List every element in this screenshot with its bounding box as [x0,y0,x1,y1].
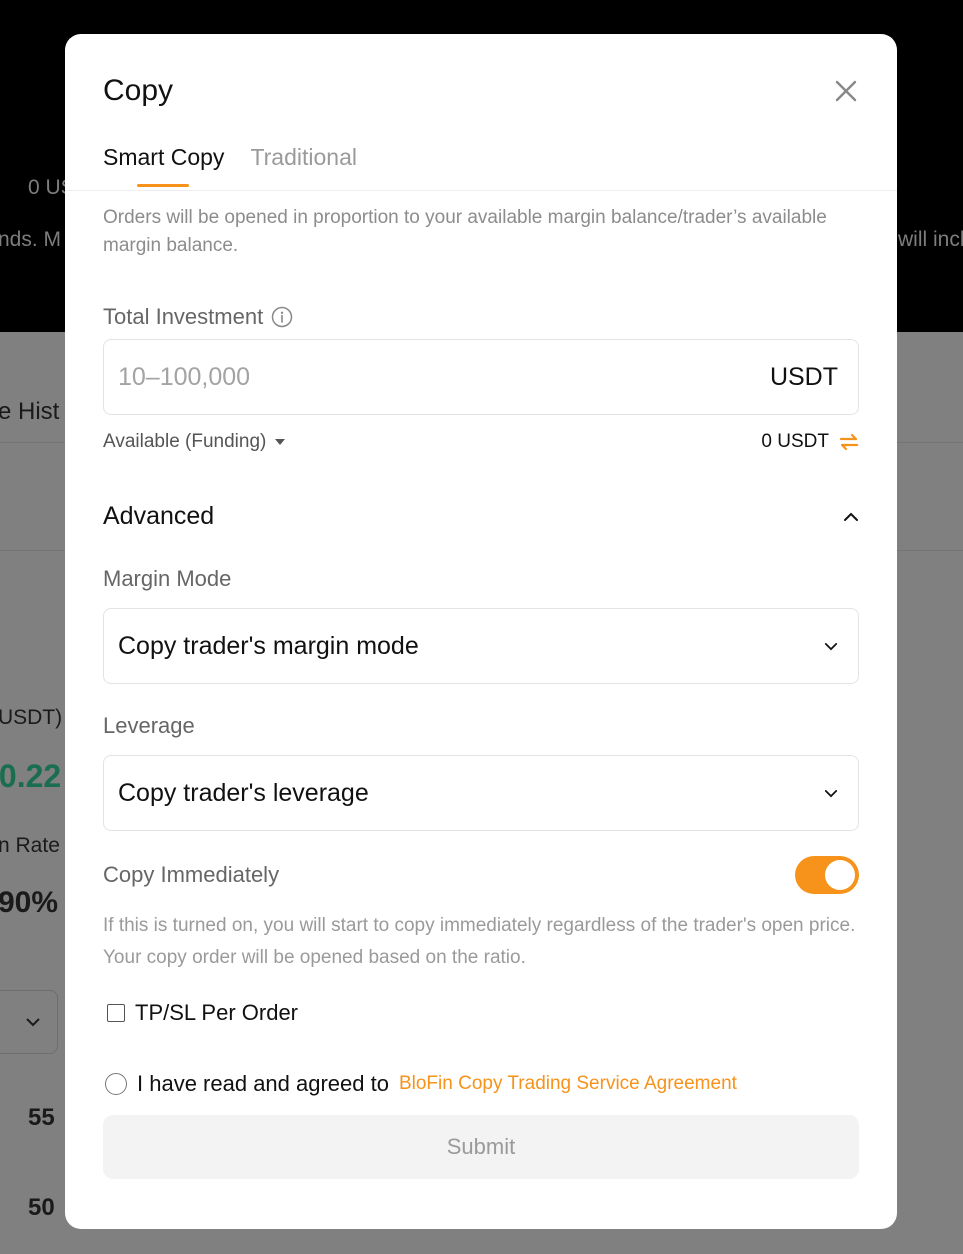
smart-copy-description: Orders will be opened in proportion to y… [103,207,827,256]
total-investment-label-row: Total Investment [103,304,293,330]
available-value: 0 USDT [761,431,829,452]
total-investment-label: Total Investment [103,304,264,329]
close-button[interactable] [831,76,861,106]
copy-immediately-row: Copy Immediately [103,856,859,894]
leverage-value: Copy trader's leverage [118,778,369,807]
copy-immediately-label: Copy Immediately [103,862,280,887]
tab-traditional[interactable]: Traditional [250,144,357,187]
available-balance: 0 USDT [761,431,859,453]
total-investment-field: USDT [103,339,859,415]
advanced-toggle[interactable]: Advanced [103,502,859,531]
agreement-row: I have read and agreed to BloFin Copy Tr… [105,1071,737,1097]
chevron-up-icon [843,512,859,522]
bg-dropdown [0,990,58,1054]
close-icon [835,80,857,102]
available-row: Available (Funding) 0 USDT [103,431,859,453]
tpsl-checkbox[interactable] [107,1004,125,1022]
tab-smart-copy[interactable]: Smart Copy [103,144,224,187]
total-investment-input[interactable] [118,362,770,392]
currency-suffix: USDT [769,362,838,391]
transfer-icon[interactable] [839,433,859,451]
agreement-prefix: I have read and agreed to [137,1071,389,1096]
bg-value-green: .0.22 [0,758,62,794]
copy-mode-tabs: Smart Copy Traditional [103,144,357,187]
leverage-select[interactable]: Copy trader's leverage [103,755,859,831]
chevron-down-icon [26,1018,40,1027]
submit-button[interactable]: Submit [103,1115,859,1179]
bg-tab-fragment: e Hist [0,398,60,425]
tpsl-checkbox-row[interactable]: TP/SL Per Order [107,1000,298,1026]
bg-rate-fragment: n Rate [0,834,60,857]
copy-immediately-description: If this is turned on, you will start to … [103,915,856,968]
bg-axis-label-55: 55 [28,1104,55,1131]
margin-mode-label: Margin Mode [103,566,232,591]
bg-axis-label-50: 50 [28,1194,55,1221]
available-source-dropdown[interactable]: Available (Funding) [103,431,286,453]
margin-mode-select[interactable]: Copy trader's margin mode [103,608,859,684]
leverage-label: Leverage [103,713,195,738]
bg-notice-right: will inclu [898,228,963,251]
tpsl-label: TP/SL Per Order [135,1000,299,1025]
toggle-knob [825,860,855,890]
chevron-down-icon [824,789,838,798]
margin-mode-value: Copy trader's margin mode [118,631,419,660]
available-label: Available (Funding) [103,431,267,452]
modal-title: Copy [103,74,174,107]
tabs-divider [65,190,897,191]
copy-modal: Copy Smart Copy Traditional Orders will … [65,34,897,1229]
agreement-radio[interactable] [105,1073,127,1095]
chevron-down-icon [824,642,838,651]
caret-down-icon [274,438,286,446]
bg-unit-fragment: USDT) [0,706,63,729]
advanced-title: Advanced [103,502,215,530]
copy-immediately-toggle[interactable] [795,856,859,894]
agreement-link[interactable]: BloFin Copy Trading Service Agreement [399,1073,737,1095]
bg-notice-left: nds. M [0,228,62,251]
info-icon[interactable] [271,306,293,328]
bg-percent-fragment: 90% [0,886,59,919]
